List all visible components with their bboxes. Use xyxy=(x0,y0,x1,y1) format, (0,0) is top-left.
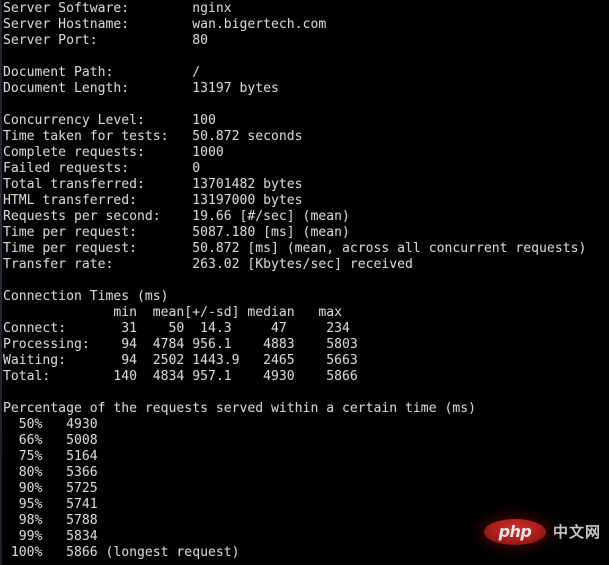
terminal-line: 90% 5725 xyxy=(3,481,98,496)
terminal-line: Total: 140 4834 957.1 4930 5866 xyxy=(3,369,358,384)
terminal-line: Time per request: 50.872 [ms] (mean, acr… xyxy=(3,241,587,256)
terminal-line: Time taken for tests: 50.872 seconds xyxy=(3,129,303,144)
terminal-line: Requests per second: 19.66 [#/sec] (mean… xyxy=(3,209,350,224)
terminal-line: Connection Times (ms) xyxy=(3,289,169,304)
terminal-line: Failed requests: 0 xyxy=(3,161,201,176)
terminal-line: Server Hostname: wan.bigertech.com xyxy=(3,17,327,32)
terminal-window[interactable]: Server Software: nginx Server Hostname: w… xyxy=(0,0,609,565)
terminal-line: Processing: 94 4784 956.1 4883 5803 xyxy=(3,337,358,352)
terminal-line: 75% 5164 xyxy=(3,449,98,464)
terminal-line: 66% 5008 xyxy=(3,433,98,448)
terminal-line: Time per request: 5087.180 [ms] (mean) xyxy=(3,225,350,240)
terminal-line: 100% 5866 (longest request) xyxy=(3,545,240,560)
terminal-line: 80% 5366 xyxy=(3,465,98,480)
terminal-line: Percentage of the requests served within… xyxy=(3,401,476,416)
terminal-line: Server Software: nginx xyxy=(3,1,232,16)
terminal-line: Waiting: 94 2502 1443.9 2465 5663 xyxy=(3,353,358,368)
terminal-line: Server Port: 80 xyxy=(3,33,208,48)
terminal-line: 95% 5741 xyxy=(3,497,98,512)
window-left-border xyxy=(0,0,2,565)
terminal-screen-text: Server Software: nginx Server Hostname: w… xyxy=(3,1,586,561)
terminal-line: Document Length: 13197 bytes xyxy=(3,81,279,96)
terminal-line: Document Path: / xyxy=(3,65,201,80)
terminal-line: 99% 5834 xyxy=(3,529,98,544)
terminal-line: min mean[+/-sd] median max xyxy=(3,305,342,320)
terminal-line: Complete requests: 1000 xyxy=(3,145,224,160)
terminal-line: 50% 4930 xyxy=(3,417,98,432)
terminal-line: HTML transferred: 13197000 bytes xyxy=(3,193,303,208)
terminal-line: Concurrency Level: 100 xyxy=(3,113,216,128)
terminal-line: 98% 5788 xyxy=(3,513,98,528)
terminal-line: Connect: 31 50 14.3 47 234 xyxy=(3,321,350,336)
terminal-line: Total transferred: 13701482 bytes xyxy=(3,177,303,192)
terminal-line: Transfer rate: 263.02 [Kbytes/sec] recei… xyxy=(3,257,413,272)
